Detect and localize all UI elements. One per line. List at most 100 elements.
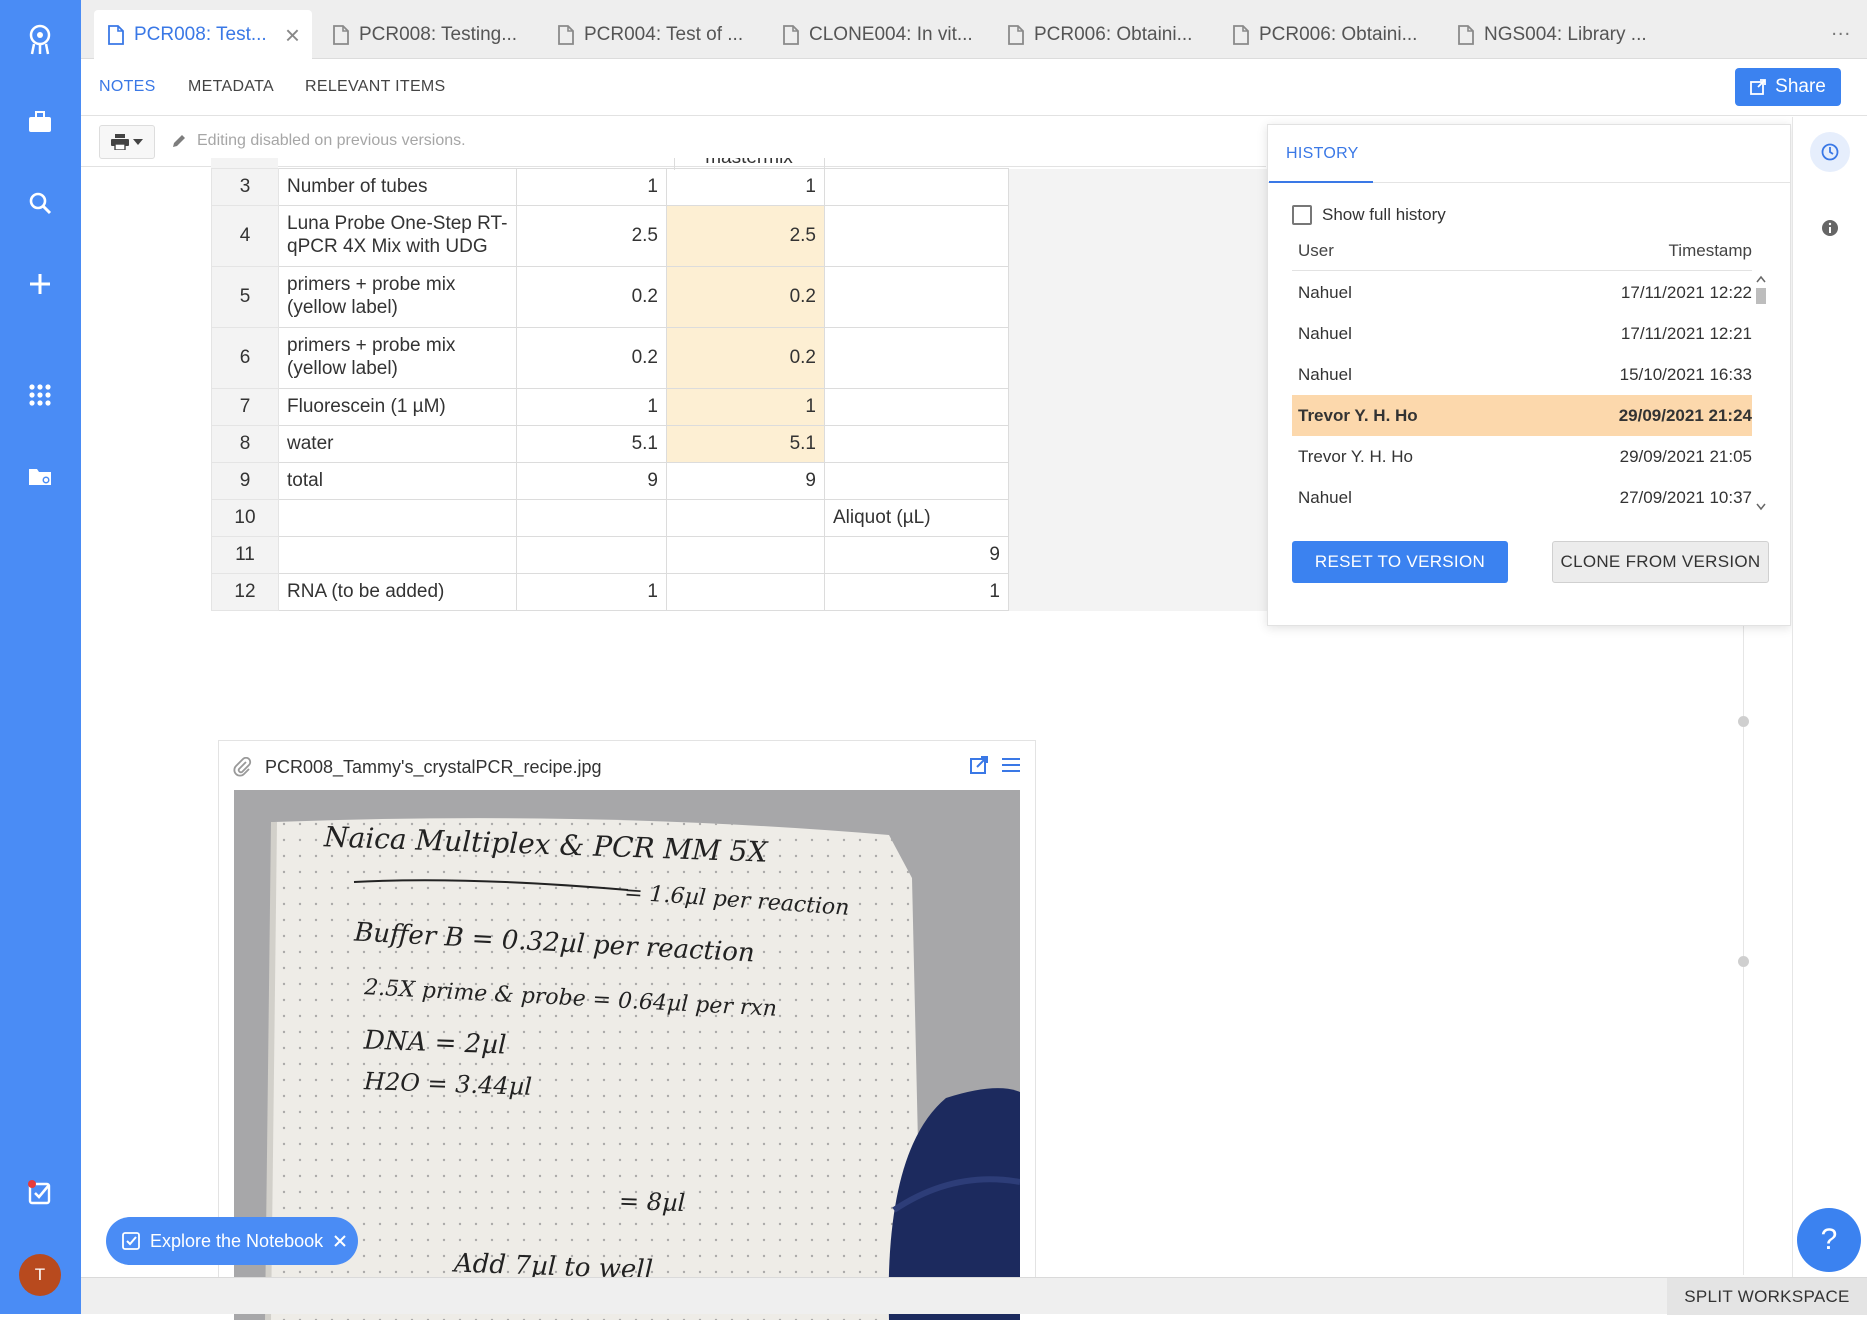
- tab-label: PCR008: Test...: [134, 23, 267, 45]
- share-label: Share: [1775, 76, 1826, 97]
- document-tab[interactable]: PCR006: Obtaini...: [994, 10, 1212, 59]
- sheet-cell[interactable]: 9: [824, 536, 1009, 574]
- tab-relevant-items[interactable]: RELEVANT ITEMS: [305, 78, 446, 96]
- sheet-cell[interactable]: 1: [516, 168, 667, 206]
- document-tab[interactable]: PCR006: Obtaini...: [1219, 10, 1437, 59]
- sheet-cell[interactable]: 0.2: [666, 266, 825, 328]
- history-row[interactable]: Nahuel 27/09/2021 10:37: [1292, 477, 1752, 514]
- sheet-cell[interactable]: [824, 266, 1009, 328]
- menu-icon[interactable]: [1001, 755, 1021, 775]
- tab-notes[interactable]: NOTES: [99, 78, 156, 96]
- clone-from-version-button[interactable]: CLONE FROM VERSION: [1552, 541, 1769, 583]
- history-user: Nahuel: [1298, 283, 1352, 302]
- sheet-cell[interactable]: Luna Probe One-Step RT-qPCR 4X Mix with …: [278, 205, 517, 267]
- reset-to-version-button[interactable]: RESET TO VERSION: [1292, 541, 1508, 583]
- document-tab[interactable]: PCR008: Test... ×: [94, 10, 312, 59]
- sheet-cell[interactable]: Fluorescein (1 µM): [278, 388, 517, 426]
- sheet-cell[interactable]: [516, 536, 667, 574]
- sheet-cell[interactable]: 9: [516, 462, 667, 500]
- sheet-cell[interactable]: [824, 388, 1009, 426]
- sheet-cell[interactable]: Aliquot (µL): [824, 499, 1009, 537]
- sheet-cell[interactable]: 1: [666, 168, 825, 206]
- explore-notebook-button[interactable]: Explore the Notebook: [106, 1217, 358, 1265]
- sheet-cell[interactable]: [666, 573, 825, 611]
- sheet-cell[interactable]: 1: [516, 388, 667, 426]
- sheet-cell[interactable]: RNA (to be added): [278, 573, 517, 611]
- sheet-cell[interactable]: [824, 205, 1009, 267]
- sub-navigation: NOTES METADATA RELEVANT ITEMS Share: [81, 60, 1867, 116]
- sheet-cell[interactable]: 0.2: [516, 327, 667, 389]
- sheet-cell[interactable]: 2.5: [516, 205, 667, 267]
- clock-icon[interactable]: [1810, 132, 1850, 172]
- attachment-filename[interactable]: PCR008_Tammy's_crystalPCR_recipe.jpg: [265, 757, 602, 778]
- sheet-cell[interactable]: [824, 462, 1009, 500]
- app-logo-icon[interactable]: [20, 20, 60, 60]
- tab-history[interactable]: HISTORY: [1286, 145, 1359, 163]
- user-avatar[interactable]: T: [19, 1254, 61, 1296]
- sheet-cell[interactable]: 0.2: [666, 327, 825, 389]
- history-scrollbar[interactable]: [1754, 272, 1768, 514]
- close-icon[interactable]: [333, 1234, 347, 1248]
- document-icon: [558, 24, 574, 45]
- sheet-cell[interactable]: 2.5: [666, 205, 825, 267]
- history-row[interactable]: Nahuel 17/11/2021 12:22: [1292, 272, 1752, 313]
- sheet-cell[interactable]: 9: [666, 462, 825, 500]
- document-tab[interactable]: PCR004: Test of ...: [544, 10, 762, 59]
- timeline-dot[interactable]: [1738, 716, 1749, 727]
- document-tab[interactable]: CLONE004: In vit...: [769, 10, 987, 59]
- checkbox[interactable]: [1292, 205, 1312, 225]
- tab-metadata[interactable]: METADATA: [188, 78, 274, 96]
- history-row[interactable]: Trevor Y. H. Ho 29/09/2021 21:05: [1292, 436, 1752, 477]
- open-in-viewer-icon[interactable]: [969, 755, 989, 775]
- share-button[interactable]: Share: [1735, 68, 1841, 106]
- history-row[interactable]: Trevor Y. H. Ho 29/09/2021 21:24: [1292, 395, 1752, 436]
- sheet-cell[interactable]: [666, 499, 825, 537]
- sheet-cell[interactable]: 5.1: [666, 425, 825, 463]
- sheet-cell[interactable]: [824, 327, 1009, 389]
- history-user: Nahuel: [1298, 324, 1352, 343]
- sheet-cell[interactable]: 1: [824, 573, 1009, 611]
- more-tabs-icon[interactable]: ...: [1831, 18, 1851, 41]
- help-button[interactable]: ?: [1797, 1208, 1861, 1272]
- sheet-cell[interactable]: primers + probe mix (yellow label): [278, 327, 517, 389]
- sheet-cell[interactable]: [516, 499, 667, 537]
- info-icon[interactable]: [1810, 208, 1850, 248]
- sheet-cell[interactable]: [278, 536, 517, 574]
- sheet-cell[interactable]: [824, 168, 1009, 206]
- sheet-row: 12 RNA (to be added) 1 1: [211, 573, 1269, 611]
- sheet-row: 6 primers + probe mix (yellow label) 0.2 0.…: [211, 327, 1269, 389]
- apps-grid-icon[interactable]: [20, 375, 60, 415]
- bottom-bar: SPLIT WORKSPACE: [81, 1277, 1867, 1315]
- row-number: 4: [211, 205, 279, 267]
- right-rail: [1792, 117, 1867, 1277]
- folder-icon[interactable]: [20, 456, 60, 496]
- close-tab-icon[interactable]: ×: [285, 22, 300, 48]
- history-row[interactable]: Nahuel 17/11/2021 12:21: [1292, 313, 1752, 354]
- history-panel: HISTORY Show full history User Timestamp…: [1267, 124, 1791, 626]
- sheet-cell[interactable]: [666, 536, 825, 574]
- sheet-cell[interactable]: [278, 499, 517, 537]
- sheet-cell[interactable]: [824, 425, 1009, 463]
- sheet-empty-area: [1008, 462, 1269, 500]
- plus-icon[interactable]: [20, 264, 60, 304]
- sheet-cell[interactable]: 5.1: [516, 425, 667, 463]
- timeline-dot[interactable]: [1738, 956, 1749, 967]
- sheet-cell[interactable]: primers + probe mix (yellow label): [278, 266, 517, 328]
- history-row[interactable]: Nahuel 15/10/2021 16:33: [1292, 354, 1752, 395]
- sheet-cell[interactable]: total: [278, 462, 517, 500]
- briefcase-icon[interactable]: [20, 102, 60, 142]
- show-full-history-checkbox[interactable]: Show full history: [1292, 205, 1446, 225]
- print-button[interactable]: [99, 125, 155, 159]
- document-tab[interactable]: PCR008: Testing...: [319, 10, 537, 59]
- sheet-empty-area: [1008, 388, 1269, 426]
- split-workspace-button[interactable]: SPLIT WORKSPACE: [1667, 1278, 1867, 1315]
- sheet-cell[interactable]: 1: [666, 388, 825, 426]
- document-tab[interactable]: NGS004: Library ...: [1444, 10, 1662, 59]
- sheet-cell[interactable]: 1: [516, 573, 667, 611]
- sheet-cell[interactable]: 0.2: [516, 266, 667, 328]
- tasks-check-icon[interactable]: [20, 1172, 60, 1212]
- sheet-cell[interactable]: Number of tubes: [278, 168, 517, 206]
- document-tab-bar: PCR008: Test... × PCR008: Testing... PCR004…: [81, 0, 1867, 59]
- search-icon[interactable]: [20, 183, 60, 223]
- sheet-cell[interactable]: water: [278, 425, 517, 463]
